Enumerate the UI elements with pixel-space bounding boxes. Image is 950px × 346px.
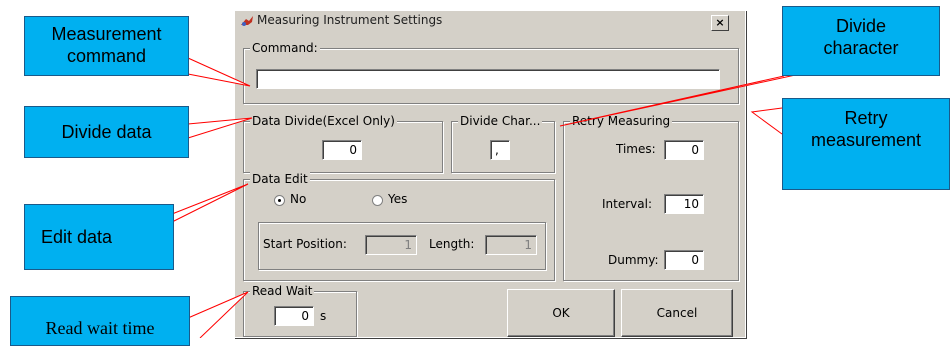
callout-edit-data: Edit data: [24, 204, 174, 270]
leader-read-wait: [187, 291, 249, 338]
leader-measurement-command: [187, 57, 251, 87]
callout-divide-data: Divide data: [24, 106, 189, 158]
callout-retry-measurement: Retry measurement: [782, 98, 950, 190]
callout-divide-character: Divide character: [782, 6, 940, 76]
leader-edit-data: [171, 183, 249, 223]
callout-read-wait-time: Read wait time: [10, 296, 190, 346]
callout-measurement-command: Measurement command: [24, 16, 189, 76]
leader-divide-data: [187, 117, 253, 139]
leader-retry-measurement: [750, 107, 783, 135]
